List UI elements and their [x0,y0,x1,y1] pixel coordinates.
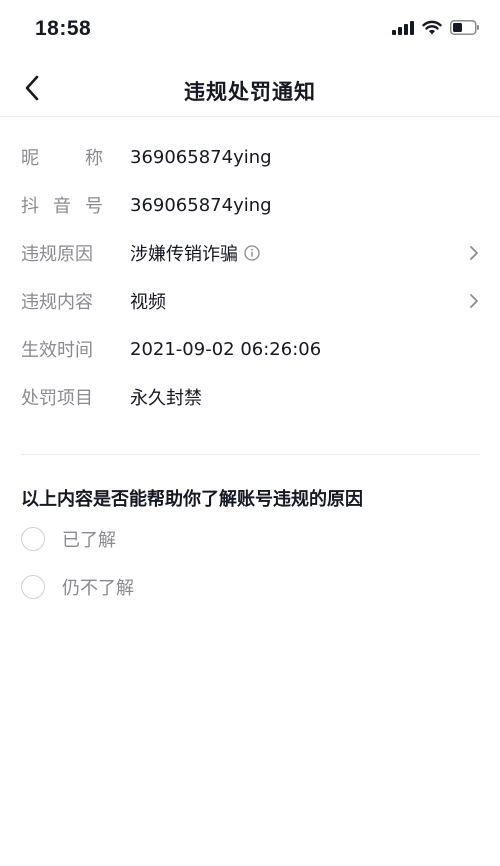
label-text: 处罚项目 [21,388,93,409]
detail-row-douyin-id: 抖 音 号 369065874ying [0,181,500,229]
detail-row-violation-reason[interactable]: 违规原因 涉嫌传销诈骗 [0,229,500,277]
detail-value: 369065874ying [130,147,272,168]
label-char: 称 [85,148,103,169]
feedback-option-understood[interactable]: 已了解 [21,526,116,552]
radio-button[interactable] [21,527,45,551]
page-title: 违规处罚通知 [184,80,316,104]
violation-details: 昵 称 369065874ying 抖 音 号 369065874ying 违规… [0,133,500,421]
status-bar: 18:58 [0,0,500,60]
detail-value: 视频 [130,288,166,314]
chevron-right-icon[interactable] [468,292,480,310]
detail-label: 昵 称 [21,144,103,170]
penalty-value: 永久封禁 [130,388,202,409]
douyin-id-value: 369065874ying [130,194,272,216]
violation-reason-value: 涉嫌传销诈骗 [130,244,238,265]
detail-label: 违规内容 [21,288,103,314]
signal-icon [392,20,414,35]
option-label: 已了解 [62,530,116,551]
detail-value: 涉嫌传销诈骗 [130,240,260,266]
nav-header: 违规处罚通知 [0,60,500,117]
label-char: 音 [53,196,71,217]
nickname-value: 369065874ying [130,146,272,168]
detail-row-effective-time: 生效时间 2021-09-02 06:26:06 [0,325,500,373]
label-text: 生效时间 [21,340,93,361]
detail-label: 处罚项目 [21,384,103,410]
label-char: 昵 [21,148,39,169]
status-time: 18:58 [35,17,92,40]
feedback-option-not-understood[interactable]: 仍不了解 [21,574,134,600]
detail-row-violation-content[interactable]: 违规内容 视频 [0,277,500,325]
detail-value: 2021-09-02 06:26:06 [130,339,321,360]
info-icon[interactable] [244,245,260,261]
label-text: 违规原因 [21,244,93,265]
label-char: 抖 [21,196,39,217]
violation-content-value: 视频 [130,292,166,313]
detail-value: 369065874ying [130,195,272,216]
detail-row-nickname: 昵 称 369065874ying [0,133,500,181]
detail-value: 永久封禁 [130,384,202,410]
chevron-right-icon[interactable] [468,244,480,262]
wifi-icon [422,20,442,35]
detail-row-penalty: 处罚项目 永久封禁 [0,373,500,421]
battery-icon [450,20,479,35]
option-label: 仍不了解 [62,578,134,599]
radio-button[interactable] [21,575,45,599]
status-icons [392,20,480,35]
detail-label: 违规原因 [21,240,103,266]
effective-time-value: 2021-09-02 06:26:06 [130,338,322,360]
feedback-question: 以上内容是否能帮助你了解账号违规的原因 [21,489,363,510]
label-char: 号 [85,196,103,217]
section-divider [21,454,480,455]
detail-label: 抖 音 号 [21,192,103,218]
detail-label: 生效时间 [21,336,103,362]
label-text: 违规内容 [21,292,93,313]
